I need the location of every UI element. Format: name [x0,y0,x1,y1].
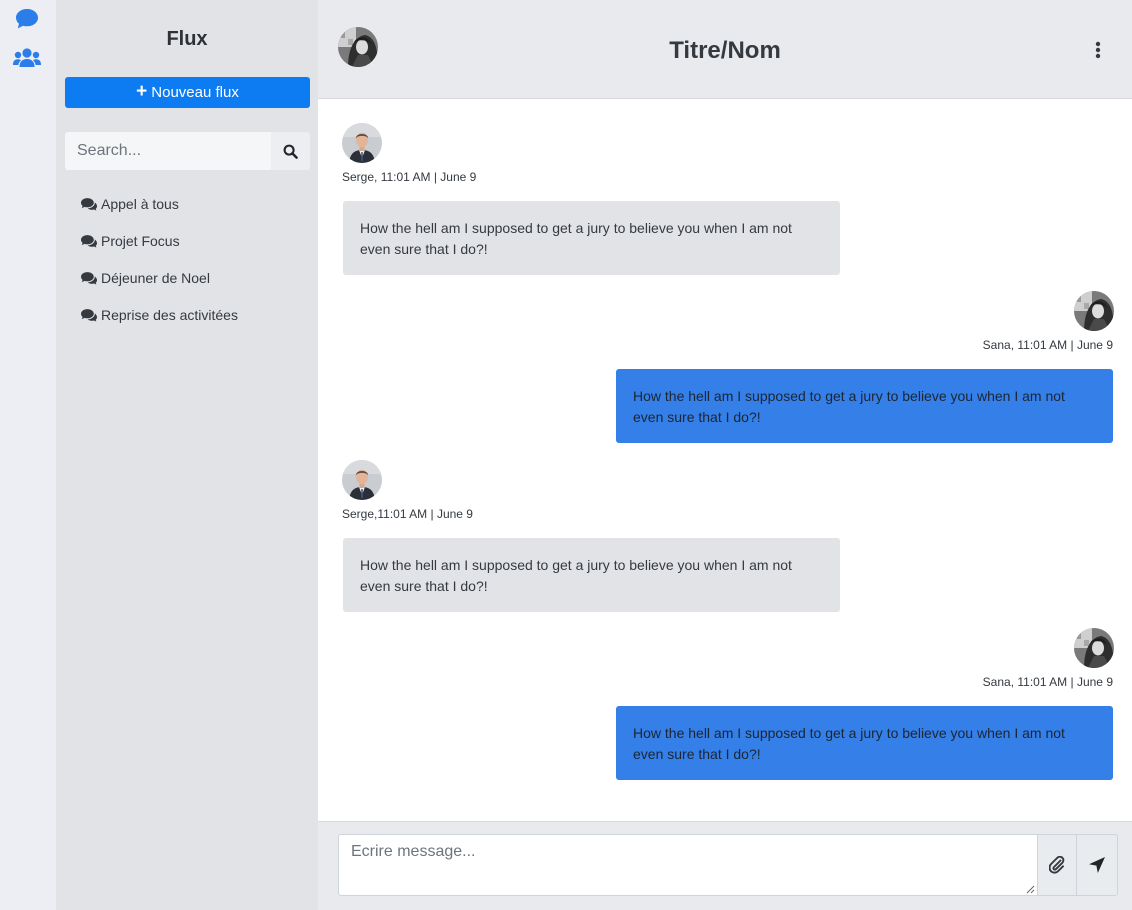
message-meta: Sana, 11:01 AM | June 9 [982,338,1113,352]
users-icon[interactable] [12,45,42,71]
comments-icon [81,235,97,248]
avatar [342,123,382,163]
search-button[interactable] [271,132,310,170]
message-list: Serge, 11:01 AM | June 9 How the hell am… [318,99,1132,821]
chat-title: Titre/Nom [669,37,781,64]
attach-button[interactable] [1037,834,1077,896]
flux-sidebar: Flux + Nouveau flux Appel à tous Projet … [56,0,318,910]
resize-grip-icon[interactable] [1026,885,1035,894]
icon-rail [0,0,56,910]
new-flux-label: Nouveau flux [151,84,239,101]
message-meta: Sana, 11:01 AM | June 9 [982,675,1113,689]
chat-header: Titre/Nom [318,0,1132,99]
paperclip-icon [1049,856,1065,874]
plus-icon: + [136,81,148,102]
more-options-button[interactable] [1088,38,1108,62]
sidebar-title: Flux [166,28,208,50]
comments-icon [81,272,97,285]
flux-item-label: Déjeuner de Noel [101,270,210,286]
search-icon [283,144,298,159]
message-meta: Serge, 11:01 AM | June 9 [342,170,477,184]
search-input[interactable] [65,132,271,170]
send-button[interactable] [1076,834,1118,896]
flux-item-label: Reprise des activitées [101,307,238,323]
message-bubble-outgoing: How the hell am I supposed to get a jury… [616,369,1113,443]
flux-item-reprise-des-activitees[interactable]: Reprise des activitées [81,307,238,344]
message-composer [318,821,1132,910]
flux-item-label: Appel à tous [101,196,179,212]
flux-list: Appel à tous Projet Focus Déjeuner de No… [81,196,238,344]
kebab-menu-icon [1095,41,1101,59]
comments-icon [81,309,97,322]
send-arrow-icon [1089,857,1105,873]
avatar [1074,291,1114,331]
flux-item-label: Projet Focus [101,233,180,249]
flux-item-dejeuner-de-noel[interactable]: Déjeuner de Noel [81,270,238,307]
comments-icon [81,198,97,211]
message-meta: Serge,11:01 AM | June 9 [342,507,473,521]
new-flux-button[interactable]: + Nouveau flux [65,77,310,108]
flux-item-projet-focus[interactable]: Projet Focus [81,233,238,270]
message-input[interactable] [338,834,1038,896]
search-box [65,132,310,170]
avatar [1074,628,1114,668]
message-bubble-incoming: How the hell am I supposed to get a jury… [343,538,840,612]
chat-panel: Titre/Nom Serge, 11:01 AM | June 9 How t… [318,0,1132,910]
avatar [342,460,382,500]
comment-icon[interactable] [12,6,42,32]
message-bubble-incoming: How the hell am I supposed to get a jury… [343,201,840,275]
message-bubble-outgoing: How the hell am I supposed to get a jury… [616,706,1113,780]
flux-item-appel-a-tous[interactable]: Appel à tous [81,196,238,233]
